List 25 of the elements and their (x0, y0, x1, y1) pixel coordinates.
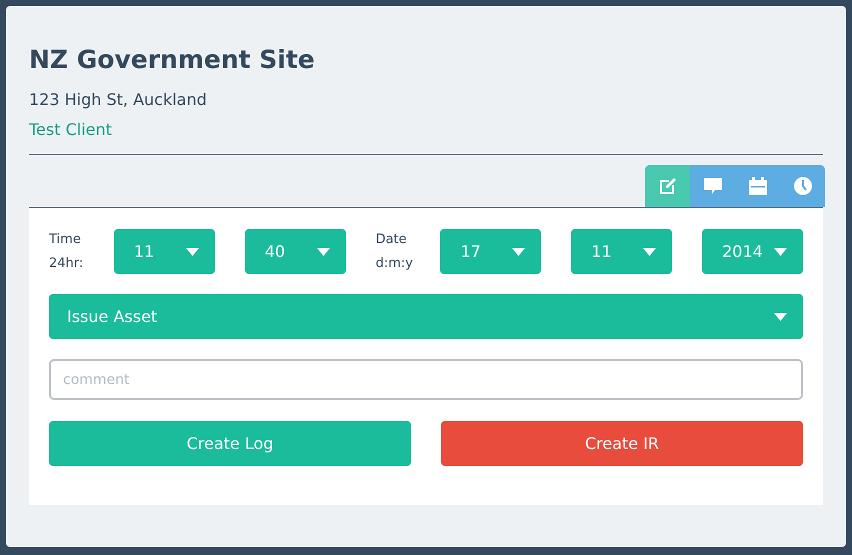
dropdown[interactable]: 17 (440, 229, 542, 274)
dropdown[interactable]: 2014 (702, 229, 803, 274)
dropdown[interactable]: 11 (571, 229, 672, 274)
create-ir-button[interactable]: Create IR (441, 421, 803, 466)
field-label: Date d:m:y (376, 230, 414, 272)
dropdown[interactable]: 11 (114, 229, 215, 274)
client-name: Test Client (29, 119, 113, 141)
site-address: 123 High St, Auckland (29, 89, 208, 111)
comment-field[interactable]: comment (49, 359, 803, 400)
caret-icon (643, 248, 656, 256)
dropdown[interactable]: 40 (244, 229, 346, 274)
create-log-button[interactable]: Create Log (49, 421, 411, 466)
site-title: NZ Government Site (29, 44, 316, 76)
tab[interactable] (645, 165, 690, 207)
field-label: Time 24hr: (49, 230, 84, 272)
caret-icon (774, 248, 787, 256)
edit-icon (658, 176, 678, 196)
caret-icon (316, 248, 330, 256)
calendar-icon (748, 176, 768, 196)
caret-icon (774, 312, 787, 320)
caret-icon (512, 248, 526, 256)
caret-icon (186, 248, 199, 256)
clock-icon (792, 176, 812, 196)
log-type-dropdown[interactable]: Issue Asset (49, 294, 803, 339)
comment-icon (702, 176, 722, 196)
